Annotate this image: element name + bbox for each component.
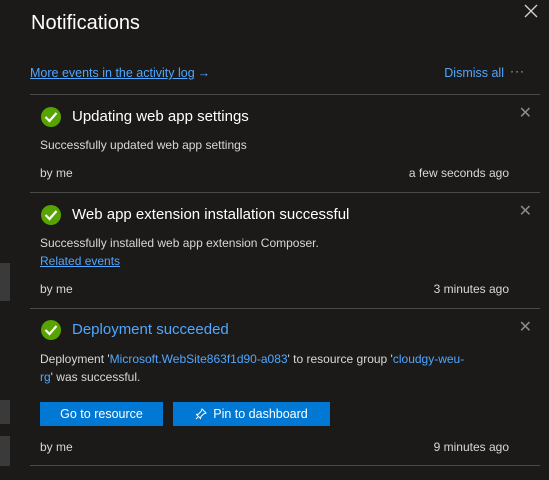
close-notification-icon[interactable]: ✕ [519,106,532,122]
message-text: Deployment ' [40,352,110,366]
related-events-link[interactable]: Related events [40,252,480,270]
arrow-right-icon: → [197,66,211,80]
activity-log-link[interactable]: More events in the activity log → [30,66,210,80]
deployment-link[interactable]: Microsoft.WebSite863f1d90-a083 [110,352,288,366]
notification-card: Deployment succeeded ✕ Deployment 'Micro… [30,308,540,466]
pin-to-dashboard-label: Pin to dashboard [213,407,308,421]
pin-icon [195,408,208,420]
close-panel-icon[interactable] [523,4,539,20]
notification-title-link[interactable]: Deployment succeeded [72,321,229,338]
notification-author: by me [40,166,73,180]
dismiss-all-button[interactable]: Dismiss all [444,66,504,80]
notification-card: Web app extension installation successfu… [30,192,540,309]
notification-message-text: Successfully installed web app extension… [40,236,319,250]
notification-time: 9 minutes ago [433,440,509,454]
notification-card: Updating web app settings ✕ Successfully… [30,94,540,193]
background-edge-1 [0,263,10,301]
notification-message: Deployment 'Microsoft.WebSite863f1d90-a0… [40,350,470,386]
notification-message: Successfully installed web app extension… [40,234,480,270]
go-to-resource-button[interactable]: Go to resource [40,402,163,426]
panel-title: Notifications [31,12,140,34]
notification-time: a few seconds ago [408,166,509,180]
divider [30,465,540,466]
notification-author: by me [40,282,73,296]
activity-log-label: More events in the activity log [30,66,195,80]
notifications-panel: Notifications More events in the activit… [12,0,549,480]
notification-time: 3 minutes ago [433,282,509,296]
close-notification-icon[interactable]: ✕ [519,204,532,220]
pin-to-dashboard-button[interactable]: Pin to dashboard [173,402,330,426]
message-text: ' was successful. [50,370,141,384]
go-to-resource-label: Go to resource [60,407,143,421]
notification-message: Successfully updated web app settings [40,138,247,152]
message-text: ' to resource group ' [287,352,393,366]
success-check-icon [41,320,61,340]
success-check-icon [41,205,61,225]
success-check-icon [41,107,61,127]
background-edge-3 [0,436,10,466]
close-notification-icon[interactable]: ✕ [519,320,532,336]
background-edge-2 [0,400,10,424]
more-options-icon[interactable]: ··· [510,64,525,78]
notification-title: Updating web app settings [72,108,249,125]
notification-title: Web app extension installation successfu… [72,206,350,223]
notification-author: by me [40,440,73,454]
